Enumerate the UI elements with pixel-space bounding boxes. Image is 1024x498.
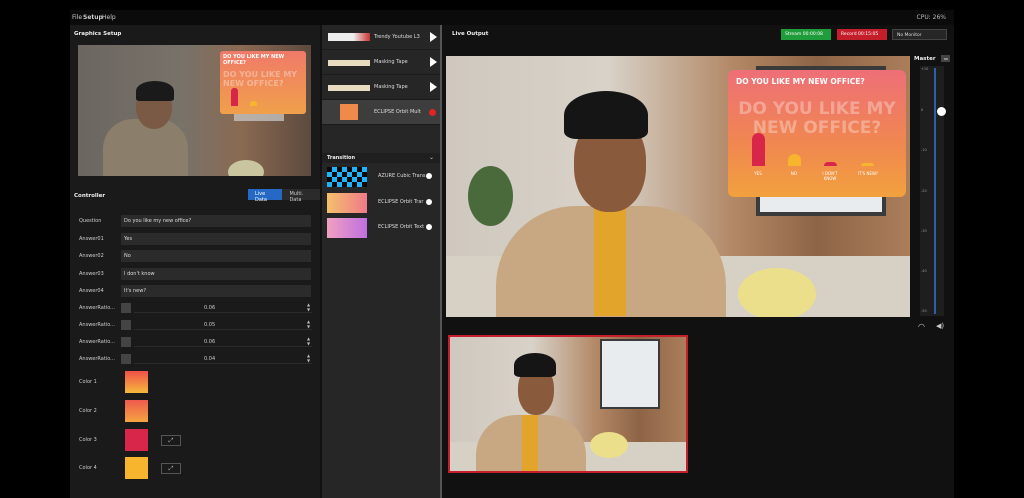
- poll-bar: [824, 162, 837, 166]
- spinner-arrows-icon[interactable]: ▲ ▼: [307, 302, 310, 312]
- poll-question: DO YOU LIKE MY NEW OFFICE?: [736, 77, 865, 86]
- master-volume-meter[interactable]: +10 0 -10 -20 -30 -40 -50: [920, 66, 946, 316]
- chevron-down-icon[interactable]: ⌄: [429, 154, 434, 161]
- panel-scrollbar[interactable]: [440, 25, 442, 498]
- spinner-arrows-icon[interactable]: ▲ ▼: [307, 336, 310, 346]
- field-answer-ratio-3: AnswerRatio... 0.06 ▲ ▼: [79, 336, 312, 347]
- play-icon[interactable]: [430, 57, 437, 67]
- answer04-input[interactable]: It's new?: [121, 285, 311, 297]
- radio-icon[interactable]: [426, 224, 432, 230]
- menu-help[interactable]: Help: [102, 14, 116, 21]
- ratio-value[interactable]: 0.04: [204, 356, 215, 362]
- transition-thumbnail: [327, 193, 367, 213]
- radio-icon[interactable]: [426, 199, 432, 205]
- spinner-arrows-icon[interactable]: ▲ ▼: [307, 353, 310, 363]
- graphic-thumbnail: [328, 33, 370, 41]
- poll-bar: [752, 133, 765, 166]
- list-item[interactable]: Masking Tape: [322, 75, 440, 100]
- list-item[interactable]: ECLIPSE Orbit Mult: [322, 100, 440, 125]
- field-answer-ratio-2: AnswerRatio... 0.05 ▲ ▼: [79, 319, 312, 330]
- headphones-icon[interactable]: ◠: [918, 322, 925, 331]
- ratio-slider-handle[interactable]: [121, 354, 131, 364]
- poll-bar: [861, 163, 874, 166]
- preview-poll-card: DO YOU LIKE MY NEW OFFICE? DO YOU LIKE M…: [220, 51, 306, 114]
- list-item[interactable]: ECLIPSE Orbit Trar: [322, 191, 440, 215]
- field-answer03: Answer03 I don't know: [74, 268, 312, 280]
- controller-tabs: Live Data Multi. Data: [248, 189, 320, 203]
- stream-button[interactable]: Stream 00:00:08: [781, 29, 831, 40]
- graphics-list-panel: Trendy Youtube L3 Masking Tape Masking T…: [322, 25, 440, 498]
- list-item[interactable]: Trendy Youtube L3: [322, 25, 440, 50]
- poll-bar: [788, 154, 801, 166]
- speaker-icon[interactable]: ◀): [936, 322, 944, 330]
- live-dot-icon[interactable]: [429, 109, 436, 116]
- ratio-value[interactable]: 0.06: [204, 339, 215, 345]
- record-button[interactable]: Record 00:15:05: [837, 29, 887, 40]
- menu-bar: File Setup Help CPU: 26%: [70, 10, 954, 25]
- color-3-swatch[interactable]: [125, 429, 148, 451]
- field-color-4: Color 4 ⤢: [74, 457, 312, 481]
- ratio-slider-handle[interactable]: [121, 320, 131, 330]
- collapse-icon[interactable]: ◂◂: [941, 55, 950, 62]
- preview-video[interactable]: [448, 335, 688, 473]
- field-answer-ratio-4: AnswerRatio... 0.04 ▲ ▼: [79, 353, 312, 364]
- graphics-preview: DO YOU LIKE MY NEW OFFICE? DO YOU LIKE M…: [78, 45, 311, 176]
- transition-header[interactable]: Transition ⌄: [322, 153, 440, 163]
- color-1-swatch[interactable]: [125, 371, 148, 393]
- tab-multi-data[interactable]: Multi. Data: [282, 189, 320, 203]
- field-color-1: Color 1: [74, 371, 312, 395]
- menu-setup[interactable]: Setup: [83, 14, 103, 21]
- color-4-swatch[interactable]: [125, 457, 148, 479]
- radio-icon[interactable]: [426, 173, 432, 179]
- menu-file[interactable]: File: [72, 14, 82, 21]
- field-answer-ratio-1: AnswerRatio... 0.06 ▲ ▼: [79, 302, 312, 313]
- eyedropper-icon[interactable]: ⤢: [161, 463, 181, 474]
- field-answer01: Answer01 Yes: [74, 233, 312, 245]
- question-input[interactable]: Do you like my new office?: [121, 215, 311, 227]
- graphics-setup-title: Graphics Setup: [74, 31, 122, 37]
- poll-overlay-card: DO YOU LIKE MY NEW OFFICE? DO YOU LIKE M…: [728, 70, 906, 197]
- volume-fader-knob[interactable]: [937, 107, 946, 116]
- tab-live-data[interactable]: Live Data: [248, 189, 283, 203]
- ratio-slider-handle[interactable]: [121, 337, 131, 347]
- graphic-thumbnail: [340, 104, 358, 120]
- transition-thumbnail: [327, 167, 367, 187]
- program-video: DO YOU LIKE MY NEW OFFICE? DO YOU LIKE M…: [446, 56, 910, 317]
- field-color-2: Color 2: [74, 400, 312, 424]
- field-answer04: Answer04 It's new?: [74, 285, 312, 297]
- transition-thumbnail: [327, 218, 367, 238]
- answer03-input[interactable]: I don't know: [121, 268, 311, 280]
- eyedropper-icon[interactable]: ⤢: [161, 435, 181, 446]
- list-item[interactable]: Masking Tape: [322, 50, 440, 75]
- graphic-thumbnail: [328, 60, 370, 66]
- answer01-input[interactable]: Yes: [121, 233, 311, 245]
- app-window: File Setup Help CPU: 26% Graphics Setup …: [70, 10, 954, 498]
- list-item[interactable]: ECLIPSE Orbit Text: [322, 216, 440, 240]
- ratio-value[interactable]: 0.06: [204, 305, 215, 311]
- master-label: Master: [914, 56, 936, 62]
- graphic-thumbnail: [328, 85, 370, 91]
- poll-watermark-text: DO YOU LIKE MY NEW OFFICE?: [738, 99, 896, 138]
- list-item[interactable]: AZURE Cubic Trans: [322, 165, 440, 189]
- master-audio: Master ◂◂ +10 0 -10 -20 -30 -40 -50: [914, 55, 954, 326]
- play-icon[interactable]: [430, 82, 437, 92]
- field-color-3: Color 3 ⤢: [74, 429, 312, 453]
- ratio-value[interactable]: 0.05: [204, 322, 215, 328]
- live-output-title: Live Output: [452, 31, 489, 37]
- field-answer02: Answer02 No: [74, 250, 312, 262]
- play-icon[interactable]: [430, 32, 437, 42]
- live-output-panel: Live Output Stream 00:00:08 Record 00:15…: [444, 25, 954, 498]
- graphics-setup-panel: Graphics Setup DO YOU LIKE MY NEW OFFICE…: [70, 25, 320, 498]
- controller-title: Controller: [74, 193, 106, 199]
- monitor-select[interactable]: No Monitor: [892, 29, 947, 40]
- field-question: Question Do you like my new office?: [74, 215, 312, 227]
- spinner-arrows-icon[interactable]: ▲ ▼: [307, 319, 310, 329]
- color-2-swatch[interactable]: [125, 400, 148, 422]
- ratio-slider-handle[interactable]: [121, 303, 131, 313]
- answer02-input[interactable]: No: [121, 250, 311, 262]
- cpu-usage: CPU: 26%: [916, 14, 946, 21]
